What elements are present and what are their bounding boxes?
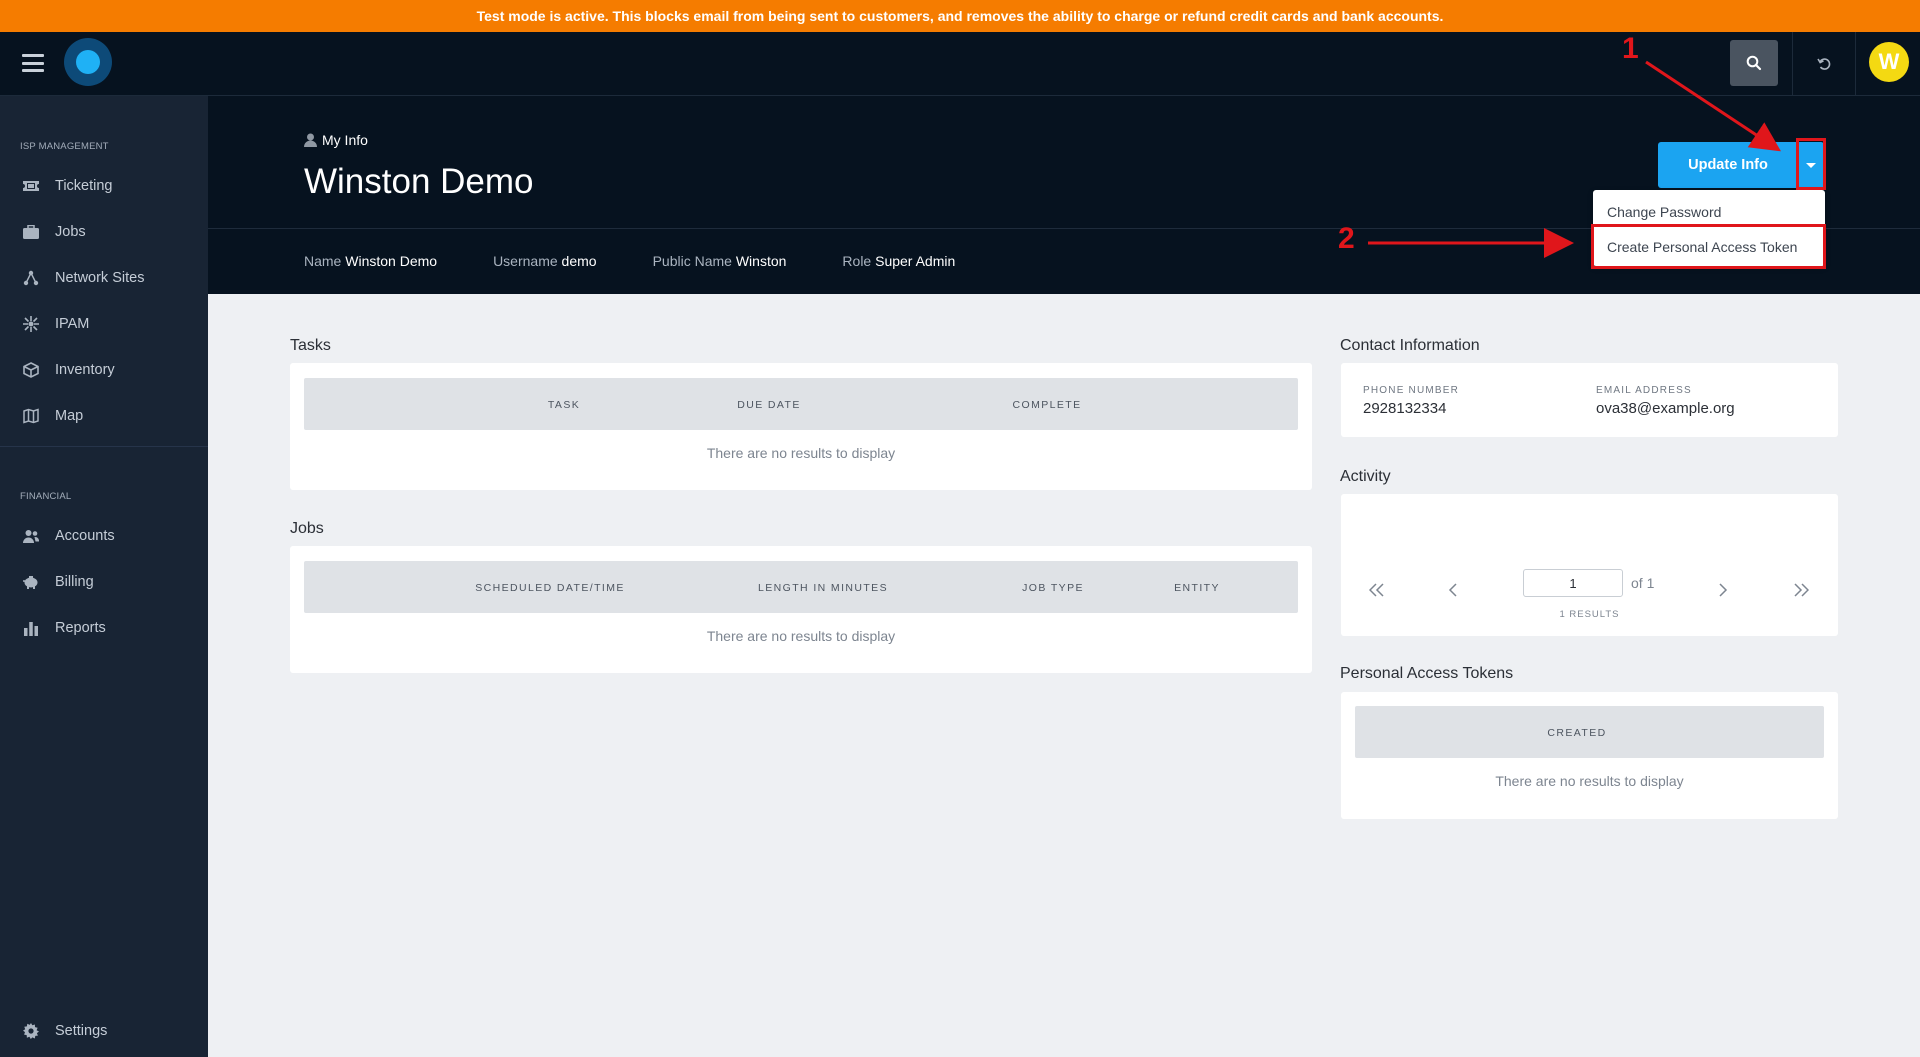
- callout-box-2: [1591, 224, 1826, 269]
- email-address-value: ova38@example.org: [1596, 400, 1735, 417]
- jobs-empty-message: There are no results to display: [706, 628, 896, 644]
- personal-access-tokens-card: CREATED There are no results to display: [1341, 692, 1838, 819]
- phone-number-label: PHONE NUMBER: [1363, 385, 1460, 396]
- activity-card: of 1 1 RESULTS: [1341, 494, 1838, 636]
- column-header-created[interactable]: CREATED: [1547, 727, 1606, 739]
- arrow-1: [1645, 60, 1782, 152]
- page-number-input[interactable]: [1523, 569, 1623, 597]
- tasks-card: TASK DUE DATE COMPLETE There are no resu…: [290, 363, 1312, 490]
- tasks-title: Tasks: [290, 337, 331, 354]
- jobs-title: Jobs: [290, 520, 324, 537]
- double-chevron-left-icon: [1369, 583, 1384, 597]
- previous-page-button[interactable]: [1441, 578, 1465, 602]
- tasks-empty-message: There are no results to display: [706, 445, 896, 461]
- first-page-button[interactable]: [1365, 578, 1389, 602]
- last-page-button[interactable]: [1789, 578, 1813, 602]
- callout-number-2: 2: [1338, 222, 1355, 255]
- chevron-right-icon: [1719, 583, 1728, 597]
- next-page-button[interactable]: [1711, 578, 1735, 602]
- email-address-label: EMAIL ADDRESS: [1596, 385, 1692, 396]
- jobs-card: SCHEDULED DATE/TIME LENGTH IN MINUTES JO…: [290, 546, 1312, 673]
- double-chevron-right-icon: [1794, 583, 1809, 597]
- results-count: 1 RESULTS: [1559, 609, 1620, 620]
- activity-title: Activity: [1340, 468, 1391, 485]
- tokens-empty-message: There are no results to display: [1495, 773, 1684, 789]
- callout-box-1: [1796, 138, 1826, 190]
- column-header-scheduled-date-time[interactable]: SCHEDULED DATE/TIME: [475, 582, 625, 594]
- jobs-table-header: SCHEDULED DATE/TIME LENGTH IN MINUTES JO…: [304, 561, 1298, 613]
- column-header-job-type[interactable]: JOB TYPE: [1022, 582, 1084, 594]
- callout-number-1: 1: [1622, 32, 1639, 65]
- page-count-label: of 1: [1631, 575, 1655, 591]
- tokens-table-header: CREATED: [1355, 706, 1824, 758]
- contact-information-title: Contact Information: [1340, 337, 1480, 354]
- tasks-table-header: TASK DUE DATE COMPLETE: [304, 378, 1298, 430]
- column-header-complete[interactable]: COMPLETE: [1013, 399, 1082, 411]
- column-header-entity[interactable]: ENTITY: [1174, 582, 1220, 594]
- column-header-task[interactable]: TASK: [548, 399, 580, 411]
- contact-information-card: PHONE NUMBER 2928132334 EMAIL ADDRESS ov…: [1341, 363, 1838, 437]
- column-header-length-in-minutes[interactable]: LENGTH IN MINUTES: [758, 582, 888, 594]
- phone-number-value: 2928132334: [1363, 400, 1447, 417]
- column-header-due-date[interactable]: DUE DATE: [737, 399, 801, 411]
- chevron-left-icon: [1448, 583, 1457, 597]
- personal-access-tokens-title: Personal Access Tokens: [1340, 665, 1514, 682]
